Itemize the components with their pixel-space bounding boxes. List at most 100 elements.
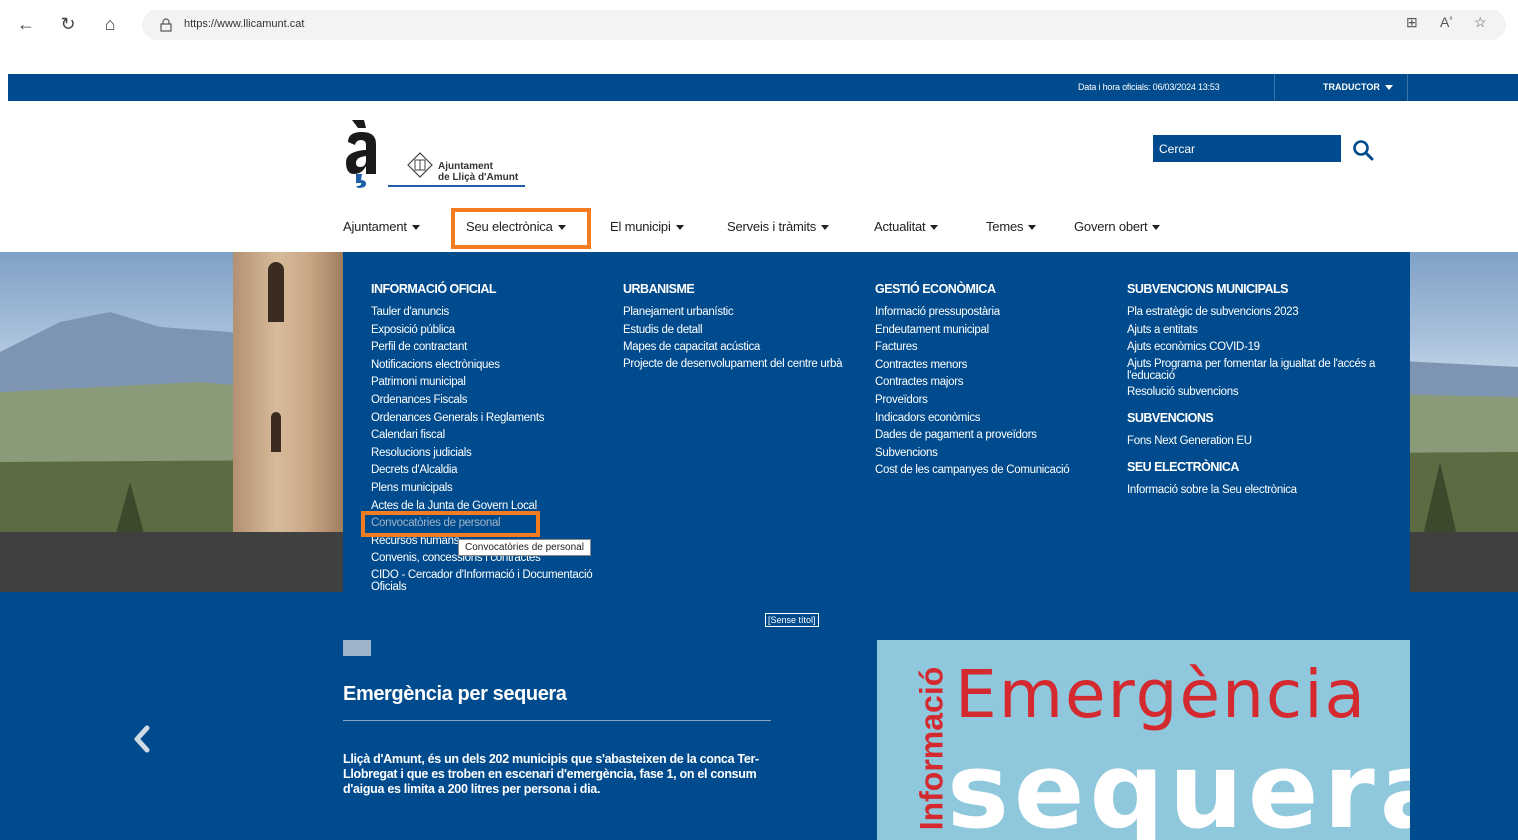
menu-item[interactable]: Plens municipals — [371, 481, 601, 495]
logo-line2: de Lliçà d'Amunt — [438, 172, 519, 183]
official-date-time: Data i hora oficials: 06/03/2024 13:53 — [1078, 82, 1220, 92]
menu-item[interactable]: Exposició pública — [371, 323, 601, 337]
search-icon[interactable] — [1352, 139, 1374, 161]
favorite-star-icon[interactable]: ☆ — [1474, 14, 1487, 31]
divider — [1407, 74, 1408, 101]
translator-dropdown[interactable]: TRADUCTOR — [1323, 82, 1393, 92]
menu-item[interactable]: Ajuts econòmics COVID-19 — [1127, 340, 1387, 354]
address-bar[interactable] — [142, 10, 1506, 40]
promo-title-line1: Emergència — [955, 656, 1367, 733]
promo-side-text: Informació — [913, 666, 950, 831]
menu-item[interactable]: Fons Next Generation EU — [1127, 434, 1387, 448]
slide-description: Lliçà d'Amunt, és un dels 202 municipis … — [343, 752, 759, 796]
lock-icon — [160, 18, 172, 32]
promo-image[interactable]: Informació Emergència sequera — [877, 640, 1410, 840]
chevron-down-icon — [675, 225, 684, 231]
column-subheading: SUBVENCIONS — [1127, 411, 1214, 426]
column-heading: URBANISME — [623, 282, 695, 296]
untitled-label[interactable]: [Sense títol] — [765, 613, 819, 627]
column-heading: INFORMACIÓ OFICIAL — [371, 282, 497, 296]
nav-item-ajuntament[interactable]: Ajuntament — [343, 219, 420, 234]
nav-highlight-annotation — [451, 208, 591, 249]
menu-column-gestio-economica: GESTIÓ ECONÒMICA Informació pressupostàr… — [875, 282, 1115, 481]
nav-item-serveis-tramits[interactable]: Serveis i tràmits — [727, 219, 830, 234]
slide-divider — [343, 720, 771, 721]
menu-item[interactable]: Resolucions judicials — [371, 446, 601, 460]
nav-label: Govern obert — [1074, 219, 1148, 234]
tower-window — [268, 262, 284, 322]
browser-toolbar: ← ↻ ⌂ https://www.llicamunt.cat ⊞ Aᵃ ☆ — [0, 0, 1518, 52]
nav-label: Temes — [986, 219, 1024, 234]
column-heading: GESTIÓ ECONÒMICA — [875, 282, 996, 296]
menu-column-urbanisme: URBANISME Planejament urbanístic Estudis… — [623, 282, 863, 373]
menu-item[interactable]: Calendari fiscal — [371, 428, 601, 442]
logo-a-icon[interactable] — [344, 118, 382, 188]
chevron-down-icon — [821, 225, 830, 231]
read-aloud-icon[interactable]: Aᵃ — [1440, 14, 1452, 30]
chevron-down-icon — [930, 225, 939, 231]
menu-item[interactable]: Factures — [875, 340, 1115, 354]
nav-label: Actualitat — [874, 219, 926, 234]
home-icon[interactable]: ⌂ — [98, 12, 122, 36]
chevron-left-icon[interactable] — [130, 722, 152, 756]
menu-item[interactable]: Contractes majors — [875, 375, 1115, 389]
nav-item-temes[interactable]: Temes — [986, 219, 1037, 234]
menu-item[interactable]: Ordenances Generals i Reglaments — [371, 411, 601, 425]
back-arrow-icon[interactable]: ← — [14, 12, 38, 36]
menu-item[interactable]: Contractes menors — [875, 358, 1115, 372]
nav-label: El municipi — [610, 219, 671, 234]
column-heading: SUBVENCIONS MUNICIPALS — [1127, 282, 1289, 296]
menu-item[interactable]: Indicadors econòmics — [875, 411, 1115, 425]
nav-label: Serveis i tràmits — [727, 219, 817, 234]
menu-item[interactable]: Cost de les campanyes de Comunicació — [875, 463, 1115, 477]
coat-of-arms-icon — [407, 152, 433, 178]
nav-label: Ajuntament — [343, 219, 407, 234]
menu-column-subvencions-municipals: SUBVENCIONS MUNICIPALS Pla estratègic de… — [1127, 282, 1387, 501]
tower-window — [271, 412, 281, 452]
menu-item[interactable]: Projecte de desenvolupament del centre u… — [623, 358, 863, 370]
chevron-down-icon — [1028, 225, 1037, 231]
chevron-down-icon — [1152, 225, 1161, 231]
reader-view-icon[interactable]: ⊞ — [1406, 14, 1418, 31]
menu-item[interactable]: Patrimoni municipal — [371, 375, 601, 389]
menu-item[interactable]: Planejament urbanístic — [623, 305, 863, 319]
menu-item[interactable]: Mapes de capacitat acústica — [623, 340, 863, 354]
logo-line1: Ajuntament — [438, 161, 493, 172]
menu-item[interactable]: Pla estratègic de subvencions 2023 — [1127, 305, 1387, 319]
menu-item[interactable]: Decrets d'Alcaldia — [371, 463, 601, 477]
nav-item-actualitat[interactable]: Actualitat — [874, 219, 939, 234]
menu-item[interactable]: Perfil de contractant — [371, 340, 601, 354]
menu-item[interactable]: Ajuts Programa per fomentar la igualtat … — [1127, 358, 1387, 382]
menu-item[interactable]: Dades de pagament a proveïdors — [875, 428, 1115, 442]
divider — [1274, 74, 1275, 101]
logo-text: Ajuntament de Lliçà d'Amunt — [438, 161, 518, 183]
menu-item[interactable]: CIDO - Cercador d'Informació i Documenta… — [371, 569, 601, 593]
reload-icon[interactable]: ↻ — [56, 12, 80, 36]
logo-underline — [388, 185, 525, 187]
menu-item[interactable]: Proveïdors — [875, 393, 1115, 407]
menu-item[interactable]: Tauler d'anuncis — [371, 305, 601, 319]
translator-label: TRADUCTOR — [1323, 82, 1380, 92]
promo-title-line2: sequera — [947, 730, 1410, 840]
menu-item[interactable]: Informació sobre la Seu electrònica — [1127, 483, 1387, 497]
menu-item[interactable]: Informació pressupostària — [875, 305, 1115, 319]
nav-item-el-municipi[interactable]: El municipi — [610, 219, 684, 234]
top-info-bar: Data i hora oficials: 06/03/2024 13:53 T… — [8, 74, 1518, 101]
slide-tag — [343, 640, 371, 656]
url-text[interactable]: https://www.llicamunt.cat — [184, 18, 304, 30]
slide-title[interactable]: Emergència per sequera — [343, 683, 567, 706]
menu-item[interactable]: Ordenances Fiscals — [371, 393, 601, 407]
menu-item[interactable]: Subvencions — [875, 446, 1115, 460]
menu-item-highlight-annotation — [361, 511, 540, 537]
menu-item[interactable]: Notificacions electròniques — [371, 358, 601, 372]
nav-item-govern-obert[interactable]: Govern obert — [1074, 219, 1161, 234]
menu-item[interactable]: Endeutament municipal — [875, 323, 1115, 337]
search-input[interactable] — [1153, 135, 1341, 162]
main-navigation: Ajuntament Seu electrònica El municipi S… — [0, 219, 1518, 239]
chevron-down-icon — [1384, 85, 1393, 91]
menu-item[interactable]: Ajuts a entitats — [1127, 323, 1387, 337]
church-tower — [233, 252, 343, 532]
menu-item[interactable]: Estudis de detall — [623, 323, 863, 337]
seu-electronica-megamenu: INFORMACIÓ OFICIAL Tauler d'anuncis Expo… — [343, 252, 1410, 640]
menu-item[interactable]: Resolució subvencions — [1127, 385, 1387, 399]
